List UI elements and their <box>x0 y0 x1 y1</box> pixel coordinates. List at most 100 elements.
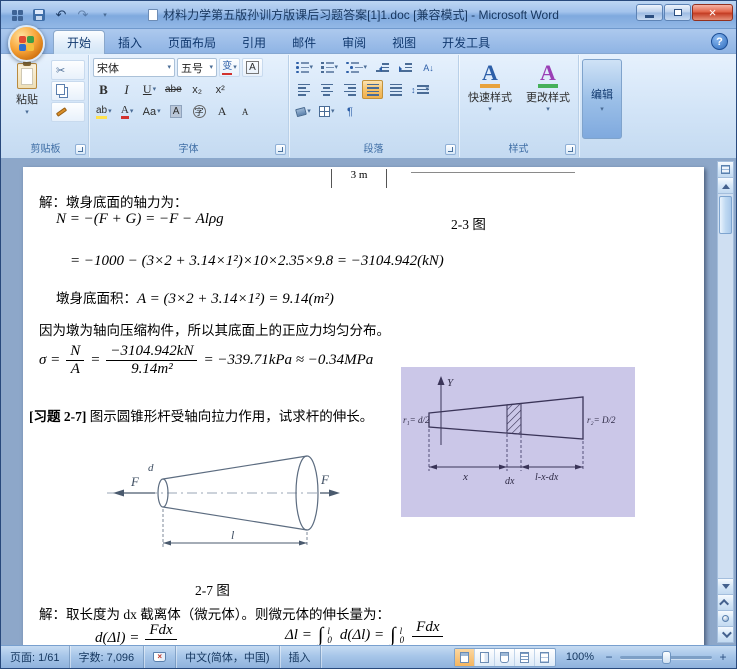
enclose-characters-button[interactable]: 字 <box>189 102 210 121</box>
justify-button[interactable] <box>362 80 383 99</box>
area-formula: A = (3×2 + 3.14×1²) = 9.14(m²) <box>137 291 334 307</box>
figure-cone[interactable]: F F d l <box>101 431 343 563</box>
print-layout-view-button[interactable] <box>454 648 475 666</box>
decrease-indent-button[interactable] <box>372 58 393 77</box>
status-insert-mode[interactable]: 插入 <box>280 646 321 668</box>
status-word-count[interactable]: 字数: 7,096 <box>70 646 145 668</box>
italic-button[interactable]: I <box>116 80 137 99</box>
character-border-button[interactable]: A <box>242 58 263 77</box>
status-page-number[interactable]: 页面: 1/61 <box>1 646 70 668</box>
font-dialog-launcher[interactable] <box>275 144 286 155</box>
tab-references[interactable]: 引用 <box>229 30 279 54</box>
close-button[interactable]: × <box>692 4 733 21</box>
elongation-differential-formula: d(Δl) = Fdx <box>95 622 177 645</box>
text-highlight-button[interactable]: ab ▾ <box>93 102 115 121</box>
view-ruler-button[interactable] <box>718 162 733 178</box>
scrollbar-thumb[interactable] <box>719 196 732 234</box>
office-button[interactable] <box>8 25 45 62</box>
tab-mailings[interactable]: 邮件 <box>279 30 329 54</box>
font-color-button[interactable]: A ▾ <box>117 102 138 121</box>
zoom-slider-thumb[interactable] <box>662 650 671 664</box>
save-button[interactable] <box>29 5 49 25</box>
subscript-button[interactable]: x₂ <box>187 80 208 99</box>
copy-button[interactable] <box>51 81 85 101</box>
select-browse-object-button[interactable] <box>718 610 733 626</box>
minimize-button[interactable] <box>636 4 663 21</box>
figure-taper-photo[interactable]: Y r₁= d/2 r₂= D/2 x dx l-x-dx <box>401 367 635 517</box>
diameter-label: d <box>148 462 154 474</box>
font-name-combo[interactable]: 宋体 ▾ <box>93 58 175 77</box>
character-shading-button[interactable]: A <box>166 102 187 121</box>
align-left-button[interactable] <box>293 80 314 99</box>
paragraph-dialog-launcher[interactable] <box>445 144 456 155</box>
tab-page-layout[interactable]: 页面布局 <box>155 30 229 54</box>
scrollbar-track[interactable] <box>718 194 733 578</box>
word-window: ↶ ↷ ▾ 材料力学第五版孙训方版课后习题答案[1]1.doc [兼容模式] -… <box>0 0 737 669</box>
line-spacing-icon: ↕ <box>411 85 429 95</box>
window-title: 材料力学第五版孙训方版课后习题答案[1]1.doc [兼容模式] - Micro… <box>163 8 559 22</box>
quick-styles-icon: A <box>480 62 500 88</box>
tab-developer[interactable]: 开发工具 <box>429 30 503 54</box>
strikethrough-button[interactable]: abe <box>162 80 185 99</box>
align-center-button[interactable] <box>316 80 337 99</box>
underline-button[interactable]: U ▾ <box>139 80 160 99</box>
chevron-down-icon: ▾ <box>233 64 237 71</box>
numbering-button[interactable]: ▾ <box>318 58 341 77</box>
increase-indent-button[interactable] <box>395 58 416 77</box>
next-page-button[interactable] <box>718 626 733 642</box>
change-case-button[interactable]: Aa ▾ <box>140 102 164 121</box>
document-page[interactable]: 3 m 解：墩身底面的轴力为： N = −(F + G) = −F − Alρg… <box>23 167 704 645</box>
align-right-button[interactable] <box>339 80 360 99</box>
phonetic-guide-button[interactable]: 变 ▾ <box>219 58 240 77</box>
format-painter-button[interactable] <box>51 102 85 122</box>
align-center-icon <box>320 83 333 96</box>
zoom-in-button[interactable]: + <box>716 650 730 664</box>
status-proofing[interactable]: × <box>144 646 177 668</box>
zoom-level[interactable]: 100% <box>566 651 594 663</box>
styles-dialog-launcher[interactable] <box>565 144 576 155</box>
borders-button[interactable]: ▾ <box>316 102 338 121</box>
paste-button[interactable]: 粘贴 ▾ <box>6 57 48 135</box>
chevron-down-icon: ▾ <box>167 64 171 71</box>
zoom-out-button[interactable]: − <box>602 650 616 664</box>
draft-view-button[interactable] <box>535 649 555 666</box>
tab-review[interactable]: 审阅 <box>329 30 379 54</box>
web-layout-view-button[interactable] <box>495 648 515 666</box>
scroll-down-button[interactable] <box>718 578 733 594</box>
ribbon-tabs: 开始 插入 页面布局 引用 邮件 审阅 视图 开发工具 <box>53 30 503 54</box>
zoom-slider-track[interactable] <box>620 650 712 664</box>
cut-button[interactable]: ✂ <box>51 60 85 80</box>
bullets-button[interactable]: ▾ <box>293 58 316 77</box>
distribute-button[interactable] <box>385 80 406 99</box>
quick-access-grid-icon[interactable] <box>7 5 27 25</box>
superscript-button[interactable]: x² <box>210 80 231 99</box>
show-hide-marks-button[interactable]: ¶ <box>340 102 361 121</box>
grow-font-button[interactable]: A <box>212 102 233 121</box>
bold-button[interactable]: B <box>93 80 114 99</box>
change-styles-button[interactable]: A 更改样式 ▾ <box>521 58 575 136</box>
figure-2-3-partial[interactable]: 3 m <box>293 167 581 191</box>
quick-styles-button[interactable]: A 快速样式 ▾ <box>463 58 517 136</box>
full-screen-reading-view-button[interactable] <box>475 648 495 666</box>
outline-view-button[interactable] <box>515 648 535 666</box>
sort-button[interactable]: A↓ <box>418 58 439 77</box>
undo-button[interactable]: ↶ <box>51 5 71 25</box>
font-size-combo[interactable]: 五号 ▾ <box>177 58 217 77</box>
multilevel-list-button[interactable]: ▾ <box>343 58 370 77</box>
tab-insert[interactable]: 插入 <box>105 30 155 54</box>
clipboard-dialog-launcher[interactable] <box>75 144 86 155</box>
scroll-up-button[interactable] <box>718 178 733 194</box>
status-language[interactable]: 中文(简体，中国) <box>176 646 280 668</box>
restore-button[interactable] <box>664 4 691 21</box>
tab-home[interactable]: 开始 <box>53 30 106 54</box>
shrink-font-button[interactable]: A <box>235 102 256 121</box>
stress-formula: σ = N A = −3104.942kN 9.14m² = −339.71kP… <box>39 343 373 377</box>
editing-button[interactable]: 编辑 ▾ <box>582 59 622 139</box>
line-spacing-button[interactable]: ↕ ▾ <box>408 80 432 99</box>
tab-view[interactable]: 视图 <box>379 30 429 54</box>
help-button[interactable]: ? <box>711 33 728 50</box>
previous-page-button[interactable] <box>718 594 733 610</box>
font-size-value: 五号 <box>181 62 203 75</box>
shading-button[interactable]: ▾ <box>293 102 314 121</box>
area-line: 墩身底面积：A = (3×2 + 3.14×1²) = 9.14(m²) <box>56 287 334 308</box>
